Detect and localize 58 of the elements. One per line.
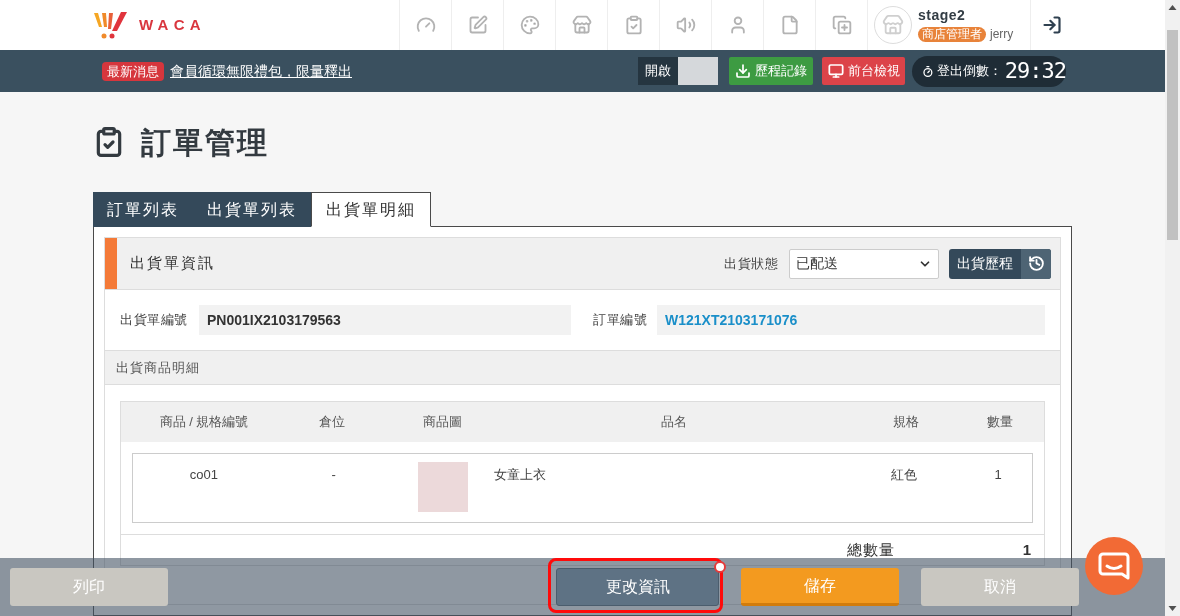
speaker-icon[interactable] [675, 15, 696, 35]
clipboard-check-icon[interactable] [623, 15, 644, 35]
tab[interactable]: 出貨單列表 [193, 192, 311, 227]
user-name: jerry [990, 26, 1014, 43]
role-badge: 商店管理者 [918, 26, 986, 42]
avatar-store-icon [874, 6, 912, 44]
countdown-time: 29:32 [1004, 59, 1066, 83]
location-cell-text: - [331, 466, 336, 484]
history-icon [1027, 255, 1045, 272]
toggle-switch[interactable] [678, 57, 718, 85]
toggle-label: 開啟 [638, 57, 678, 85]
gauge-icon[interactable] [415, 15, 436, 35]
total-quantity-value: 1 [1022, 542, 1031, 558]
palette-icon[interactable] [519, 15, 540, 35]
store-icon[interactable] [571, 15, 592, 35]
door-arrow-icon[interactable] [1041, 15, 1062, 35]
status-select[interactable]: 已配送 [789, 248, 939, 279]
spec-cell-text: 紅色 [891, 466, 918, 484]
store-name: stage2 [918, 7, 967, 24]
copy-plus-icon[interactable] [831, 15, 852, 35]
edit-icon[interactable] [467, 15, 488, 35]
section-subtitle: 出貨商品明細 [116, 358, 200, 377]
logo-text: WACA [139, 14, 206, 35]
column-header: 規格 [892, 413, 920, 432]
column-header: 倉位 [318, 413, 346, 432]
monitor-icon [827, 63, 844, 79]
scrollbar-thumb[interactable] [1167, 30, 1178, 240]
product-photo-placeholder [418, 462, 469, 512]
column-header: 品名 [660, 413, 688, 432]
status-label: 出貨狀態 [724, 254, 778, 273]
countdown-label: 登出倒數： [936, 62, 1002, 81]
section-title: 出貨單資訊 [130, 253, 215, 274]
field-label: 出貨單編號 [120, 311, 189, 330]
download-icon [735, 63, 751, 79]
product-name-cell-text: 女童上衣 [494, 466, 547, 484]
preview-button[interactable]: 前台檢視 [822, 57, 905, 85]
tab[interactable]: 訂單列表 [93, 192, 193, 227]
file-icon[interactable] [779, 15, 800, 35]
sku-cell-text: co01 [189, 466, 218, 484]
column-header: 商品 / 規格編號 [158, 413, 250, 432]
scrollbar-track[interactable] [1165, 0, 1180, 616]
news-headline-link[interactable]: 會員循環無限禮包，限量釋出 [170, 60, 352, 82]
tab[interactable]: 出貨單明細 [311, 192, 431, 227]
column-header: 數量 [986, 413, 1014, 432]
field-label: 訂單編號 [593, 311, 648, 330]
timer-icon [922, 63, 934, 79]
edit-info-button[interactable]: 更改資訊 [556, 568, 719, 606]
chat-icon[interactable] [1085, 537, 1143, 595]
accent-bar [105, 238, 117, 289]
history-log-button[interactable]: 歷程記錄 [729, 57, 813, 85]
page-title: 訂單管理 [141, 124, 269, 161]
order-number-field[interactable]: W121XT2103171076 [657, 305, 1045, 335]
total-quantity-label: 總數量 [846, 542, 895, 558]
shipping-history-button[interactable]: 出貨歷程 [949, 248, 1051, 279]
column-header: 商品圖 [421, 413, 463, 432]
shipment-number-field: PN001IX2103179563 [199, 305, 571, 335]
quantity-cell-text: 1 [994, 466, 1002, 484]
news-badge: 最新消息 [102, 61, 164, 81]
